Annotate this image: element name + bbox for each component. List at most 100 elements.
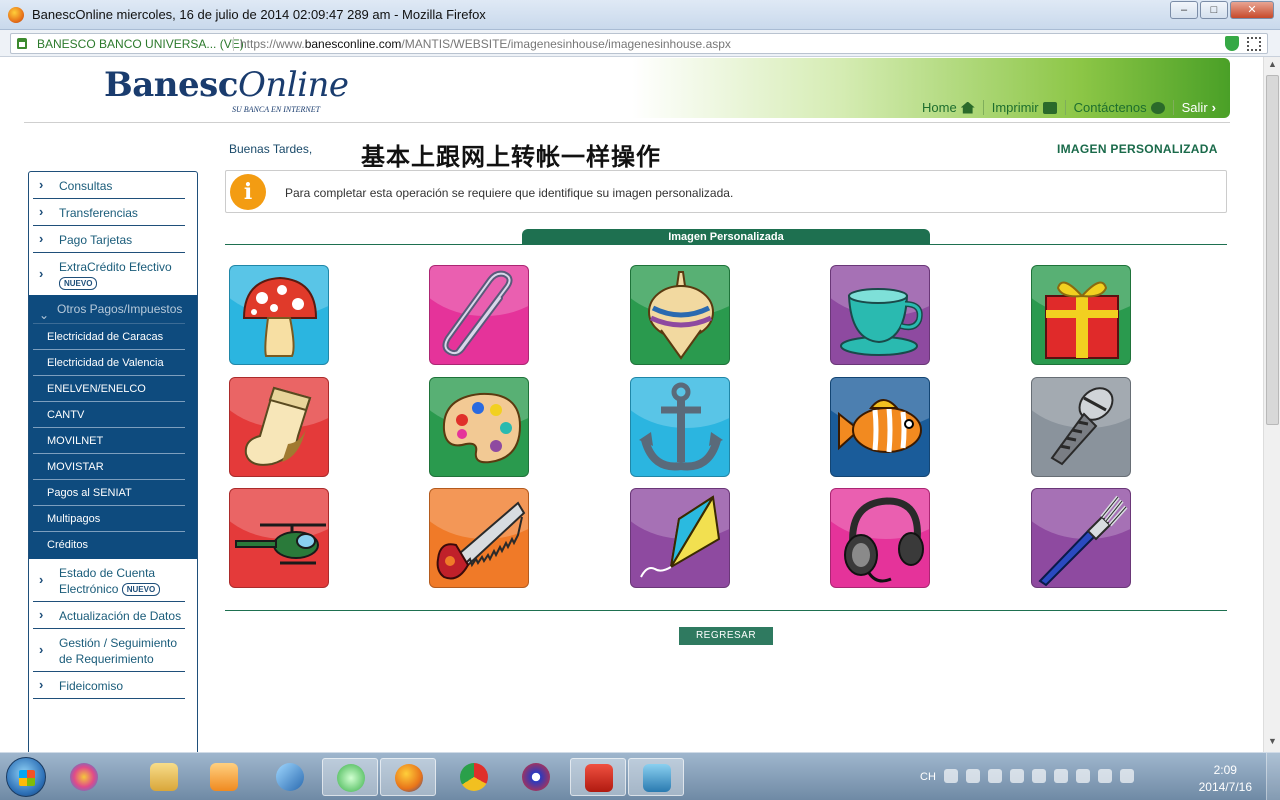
volume-icon[interactable]	[1120, 769, 1134, 783]
image-option-anchor[interactable]	[630, 377, 730, 477]
image-option-teacup[interactable]	[830, 265, 930, 365]
show-desktop-button[interactable]	[1266, 753, 1280, 800]
chevron-right-icon: ›	[39, 231, 44, 246]
url-prefix: https://www.	[240, 37, 305, 51]
power-icon[interactable]	[1076, 769, 1090, 783]
banesco-logo[interactable]: BanescOnline SU BANCA EN INTERNET	[104, 65, 349, 114]
image-option-helicopter[interactable]	[229, 488, 329, 588]
chevron-right-icon: ›	[39, 266, 44, 281]
taskbar-app-player[interactable]	[196, 758, 252, 796]
image-option-fish[interactable]	[830, 377, 930, 477]
sidebar-subitem[interactable]: Pagos al SENIAT	[33, 480, 185, 506]
sidebar-item-label: Consultas	[59, 179, 113, 193]
taskbar-app-photos[interactable]	[628, 758, 684, 796]
help-icon[interactable]	[966, 769, 980, 783]
image-option-spinning-top[interactable]	[630, 265, 730, 365]
image-option-mushroom[interactable]	[229, 265, 329, 365]
nav-exit[interactable]: Salir ›	[1172, 100, 1224, 115]
nav-contact[interactable]: Contáctenos	[1064, 100, 1173, 115]
nav-contact-label: Contáctenos	[1073, 100, 1147, 115]
chevron-right-icon: ›	[1211, 100, 1216, 115]
add-icon[interactable]	[1010, 769, 1024, 783]
sidebar-item-transferencias[interactable]: › Transferencias	[33, 199, 185, 226]
sidebar-subitem[interactable]: Multipagos	[33, 506, 185, 532]
nav-print[interactable]: Imprimir	[982, 100, 1065, 115]
chevron-right-icon: ›	[39, 572, 44, 587]
site-identity[interactable]: BANESCO BANCO UNIVERSA... (VE)	[37, 37, 244, 51]
taskbar-app-qvod[interactable]	[508, 758, 564, 796]
address-bar: BANESCO BANCO UNIVERSA... (VE) https://w…	[0, 30, 1280, 57]
photo-viewer-icon	[643, 764, 671, 792]
vertical-scrollbar[interactable]: ▲ ▼	[1263, 57, 1280, 752]
taskbar-app-media[interactable]	[56, 758, 112, 796]
sidebar-subitem[interactable]: MOVILNET	[33, 428, 185, 454]
qr-code-icon[interactable]	[1247, 37, 1261, 51]
nav-home[interactable]: Home	[914, 100, 983, 115]
home-icon	[960, 101, 975, 114]
folder-icon	[150, 763, 178, 791]
sidebar-subitem[interactable]: MOVISTAR	[33, 454, 185, 480]
qvod-icon	[522, 763, 550, 791]
sidebar-subitem[interactable]: Créditos	[33, 532, 185, 557]
url-text[interactable]: https://www.banesconline.com/MANTIS/WEBS…	[233, 37, 731, 51]
sidebar-item-pago-tarjetas[interactable]: › Pago Tarjetas	[33, 226, 185, 253]
security-shield-icon[interactable]	[1054, 769, 1068, 783]
image-option-sock[interactable]	[229, 377, 329, 477]
sidebar-subitem[interactable]: Electricidad de Caracas	[33, 324, 185, 350]
system-clock[interactable]: 2:09 2014/7/16	[1199, 762, 1252, 796]
network-icon[interactable]	[1098, 769, 1112, 783]
header-divider	[24, 122, 1230, 123]
taskbar-app-pdf[interactable]	[570, 758, 626, 796]
headphones-icon	[844, 497, 924, 583]
url-input[interactable]: BANESCO BANCO UNIVERSA... (VE) https://w…	[10, 33, 1268, 54]
sidebar-item-fideicomiso[interactable]: › Fideicomiso	[33, 672, 185, 699]
nav-print-label: Imprimir	[991, 100, 1039, 115]
sidebar-group-header[interactable]: ⌄ Otros Pagos/Impuestos	[33, 295, 185, 324]
sidebar-item-actualizacion[interactable]: › Actualización de Datos	[33, 602, 185, 629]
image-option-paint-palette[interactable]	[429, 377, 529, 477]
sidebar-item-label: Gestión / Seguimiento de Requerimiento	[59, 636, 178, 666]
taskbar-app-ie[interactable]	[322, 758, 378, 796]
taskbar-app-explorer[interactable]	[136, 758, 192, 796]
sidebar-item-consultas[interactable]: › Consultas	[33, 172, 185, 199]
language-indicator[interactable]: CH	[920, 771, 936, 783]
settings-icon[interactable]	[988, 769, 1002, 783]
close-button[interactable]: ✕	[1230, 1, 1274, 19]
paint-palette-icon	[442, 392, 522, 464]
image-option-saw[interactable]	[429, 488, 529, 588]
scroll-down-icon[interactable]: ▼	[1266, 736, 1279, 750]
logo-italic: Online	[237, 65, 349, 105]
start-button[interactable]	[6, 757, 46, 797]
sidebar-group-otros-pagos: ⌄ Otros Pagos/Impuestos Electricidad de C…	[29, 295, 197, 559]
page-viewport: BanescOnline SU BANCA EN INTERNET Home I…	[0, 57, 1280, 752]
sidebar-subitem[interactable]: ENELVEN/ENELCO	[33, 376, 185, 402]
sidebar-item-gestion[interactable]: › Gestión / Seguimiento de Requerimiento	[33, 629, 185, 672]
maximize-button[interactable]: □	[1200, 1, 1228, 19]
taskbar-app-bird[interactable]	[262, 758, 318, 796]
fork-icon	[1038, 495, 1128, 587]
minimize-button[interactable]: –	[1170, 1, 1198, 19]
image-option-kite[interactable]	[630, 488, 730, 588]
image-option-gift-box[interactable]	[1031, 265, 1131, 365]
flag-icon[interactable]	[1032, 769, 1046, 783]
image-option-headphones[interactable]	[830, 488, 930, 588]
shield-icon[interactable]	[1225, 36, 1239, 51]
sidebar-subitem[interactable]: Electricidad de Valencia	[33, 350, 185, 376]
sidebar-item-extracredito[interactable]: › ExtraCrédito Efectivo NUEVO	[33, 253, 185, 295]
clock-date: 2014/7/16	[1198, 780, 1252, 794]
section-title: Imagen Personalizada	[522, 229, 930, 244]
sidebar-subitem[interactable]: CANTV	[33, 402, 185, 428]
keyboard-icon[interactable]	[944, 769, 958, 783]
image-option-fork[interactable]	[1031, 488, 1131, 588]
scrollbar-thumb[interactable]	[1266, 75, 1279, 425]
teacup-icon	[840, 288, 923, 356]
image-option-screw[interactable]	[1031, 377, 1131, 477]
back-button[interactable]: REGRESAR	[679, 627, 773, 645]
sidebar-item-estado-cuenta[interactable]: › Estado de Cuenta Electrónico NUEVO	[33, 559, 185, 602]
chevron-right-icon: ›	[39, 177, 44, 192]
scroll-up-icon[interactable]: ▲	[1266, 59, 1279, 73]
spinning-top-icon	[648, 271, 714, 360]
taskbar-app-firefox[interactable]	[380, 758, 436, 796]
taskbar-app-chrome[interactable]	[446, 758, 502, 796]
image-option-paperclip[interactable]	[429, 265, 529, 365]
